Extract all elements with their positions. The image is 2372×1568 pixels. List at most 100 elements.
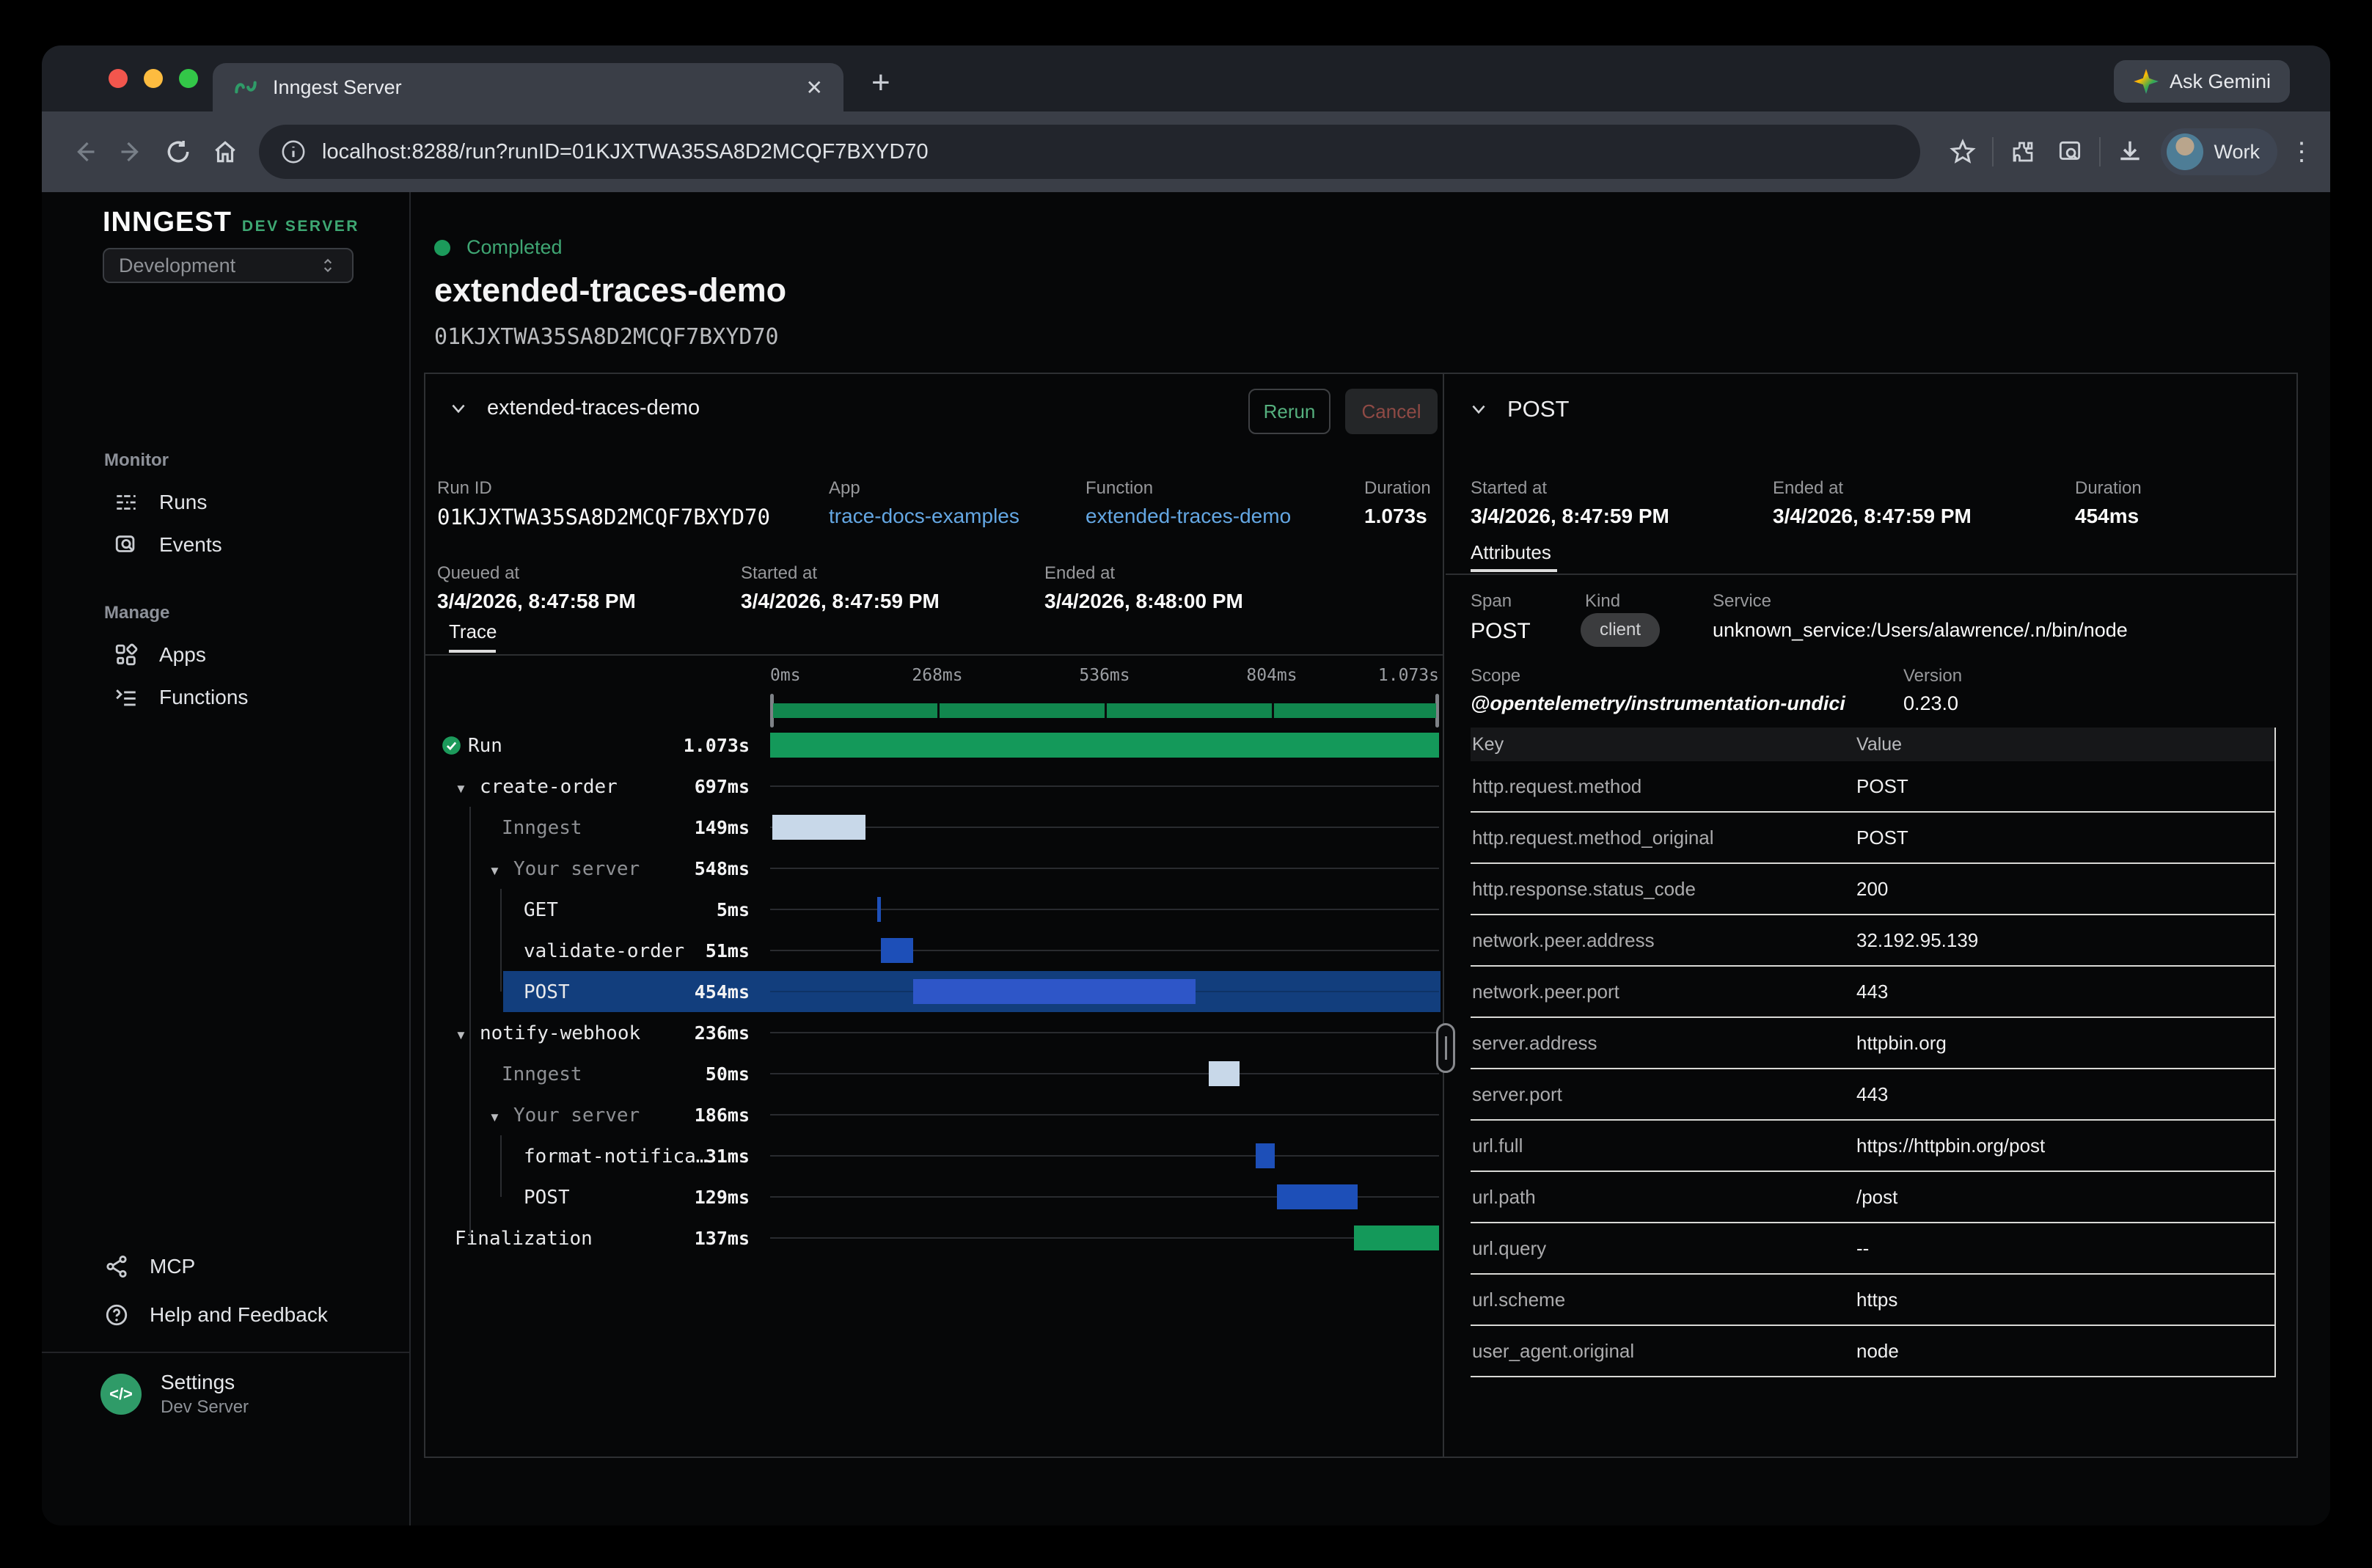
- window-zoom-button[interactable]: [179, 69, 198, 88]
- span-duration: 137ms: [695, 1228, 750, 1249]
- sidebar-item-mcp[interactable]: MCP: [42, 1247, 409, 1286]
- attribute-key: user_agent.original: [1471, 1340, 1856, 1363]
- trace-row-create-order[interactable]: ▼create-order697ms: [425, 766, 1444, 807]
- expander-chevron-icon[interactable]: ▼: [488, 864, 501, 879]
- trace-row-finalization[interactable]: Finalization137ms: [425, 1217, 1444, 1259]
- trace-row-inngest[interactable]: Inngest50ms: [425, 1053, 1444, 1094]
- sidebar-item-runs[interactable]: Runs: [42, 483, 409, 522]
- sidebar-item-apps[interactable]: Apps: [42, 635, 409, 675]
- tab-close-icon[interactable]: ✕: [806, 76, 823, 100]
- forward-button[interactable]: [108, 128, 155, 175]
- tab-trace[interactable]: Trace: [449, 620, 497, 643]
- reading-mode-icon: [2056, 138, 2084, 166]
- tab-title: Inngest Server: [273, 76, 806, 99]
- browser-menu-button[interactable]: ⋮: [2285, 137, 2330, 166]
- attribute-key: url.full: [1471, 1135, 1856, 1157]
- trace-row-post[interactable]: POST129ms: [425, 1176, 1444, 1217]
- sidebar-item-events[interactable]: Events: [42, 525, 409, 565]
- span-bar[interactable]: [1277, 1184, 1358, 1209]
- cancel-button[interactable]: Cancel: [1345, 389, 1438, 434]
- span-name: Your server: [513, 858, 640, 880]
- run-details-box: extended-traces-demo Rerun Cancel Run ID…: [424, 373, 2298, 1458]
- trace-row-your-server[interactable]: ▼Your server548ms: [425, 848, 1444, 889]
- minimap-divider: [1272, 703, 1274, 718]
- span-name: POST: [524, 1187, 570, 1209]
- attribute-value: POST: [1856, 827, 1908, 849]
- span-bar[interactable]: [877, 897, 881, 922]
- span-bar[interactable]: [1354, 1226, 1439, 1250]
- span-bar[interactable]: [1209, 1061, 1240, 1086]
- timeline-minimap[interactable]: [770, 694, 1439, 728]
- help-icon: [104, 1303, 129, 1327]
- trace-row-format-notifica-[interactable]: format-notifica…31ms: [425, 1135, 1444, 1176]
- span-bar[interactable]: [881, 938, 912, 963]
- scope-label: Scope: [1471, 666, 1520, 686]
- sidebar-item-functions[interactable]: Functions: [42, 678, 409, 717]
- downloads-button[interactable]: [2106, 128, 2153, 175]
- toolbar-divider: [1992, 137, 1994, 166]
- row-track-line: [770, 1114, 1439, 1115]
- attributes-table: Key Value http.request.methodPOSThttp.re…: [1471, 728, 2276, 1377]
- row-track-line: [770, 1237, 1439, 1239]
- meta-value-queued-at: 3/4/2026, 8:47:58 PM: [437, 590, 636, 613]
- span-bar[interactable]: [913, 979, 1196, 1004]
- trace-pane-header[interactable]: extended-traces-demo: [449, 396, 700, 420]
- attribute-key: server.port: [1471, 1083, 1856, 1106]
- span-name: POST: [524, 981, 570, 1003]
- span-pane-header[interactable]: POST: [1469, 396, 1569, 422]
- indent-guide: [469, 807, 471, 1238]
- trace-row-post[interactable]: POST454ms: [425, 971, 1444, 1012]
- meta-value-app[interactable]: trace-docs-examples: [829, 505, 1020, 528]
- status-label: Completed: [466, 236, 563, 259]
- profile-avatar: [2167, 133, 2203, 170]
- sidebar-item-settings[interactable]: </> Settings Dev Server: [100, 1371, 249, 1418]
- scope-value: @opentelemetry/instrumentation-undici: [1471, 692, 1845, 715]
- span-bar[interactable]: [1256, 1143, 1275, 1168]
- sidebar-item-help-and-feedback[interactable]: Help and Feedback: [42, 1295, 409, 1335]
- ask-gemini-button[interactable]: Ask Gemini: [2114, 60, 2290, 103]
- profile-label: Work: [2214, 141, 2260, 164]
- attribute-value: https: [1856, 1289, 1897, 1311]
- trace-row-your-server[interactable]: ▼Your server186ms: [425, 1094, 1444, 1135]
- span-bar[interactable]: [772, 815, 865, 840]
- span-name: format-notifica…: [524, 1146, 707, 1168]
- home-button[interactable]: [202, 128, 249, 175]
- span-duration: 5ms: [717, 899, 750, 920]
- span-value: POST: [1471, 619, 1531, 644]
- rerun-button[interactable]: Rerun: [1248, 389, 1330, 434]
- row-track-line: [770, 868, 1439, 869]
- url-bar[interactable]: localhost:8288/run?runID=01KJXTWA35SA8D2…: [259, 125, 1920, 179]
- star-icon: [1949, 138, 1977, 166]
- attribute-key: server.address: [1471, 1032, 1856, 1055]
- browser-tab[interactable]: Inngest Server ✕: [213, 63, 843, 111]
- profile-button[interactable]: Work: [2161, 128, 2277, 175]
- reload-button[interactable]: [155, 128, 202, 175]
- window-minimize-button[interactable]: [144, 69, 163, 88]
- trace-row-get[interactable]: GET5ms: [425, 889, 1444, 930]
- expander-chevron-icon[interactable]: ▼: [455, 1028, 467, 1043]
- extensions-button[interactable]: [1999, 128, 2046, 175]
- pane-resize-handle[interactable]: [1436, 1023, 1455, 1073]
- span-name: create-order: [480, 776, 618, 798]
- span-bar[interactable]: [770, 733, 1439, 758]
- new-tab-button[interactable]: +: [871, 65, 890, 101]
- reading-mode-button[interactable]: [2046, 128, 2093, 175]
- window-close-button[interactable]: [109, 69, 128, 88]
- expander-chevron-icon[interactable]: ▼: [455, 782, 467, 796]
- gemini-icon: [2133, 68, 2159, 95]
- meta-label: Duration: [1364, 478, 1431, 499]
- back-button[interactable]: [61, 128, 108, 175]
- bookmark-button[interactable]: [1939, 128, 1986, 175]
- trace-row-run[interactable]: Run1.073s: [425, 725, 1444, 766]
- expander-chevron-icon[interactable]: ▼: [488, 1110, 501, 1125]
- environment-select[interactable]: Development: [103, 248, 354, 283]
- trace-row-validate-order[interactable]: validate-order51ms: [425, 930, 1444, 971]
- span-meta-started-at: 3/4/2026, 8:47:59 PM: [1471, 505, 1669, 528]
- trace-row-notify-webhook[interactable]: ▼notify-webhook236ms: [425, 1012, 1444, 1053]
- tab-attributes[interactable]: Attributes: [1471, 541, 1551, 564]
- meta-value-function[interactable]: extended-traces-demo: [1086, 505, 1291, 528]
- span-name: Your server: [513, 1104, 640, 1126]
- trace-row-inngest[interactable]: Inngest149ms: [425, 807, 1444, 848]
- status-dot-icon: [434, 240, 450, 256]
- site-info-icon[interactable]: [281, 139, 306, 164]
